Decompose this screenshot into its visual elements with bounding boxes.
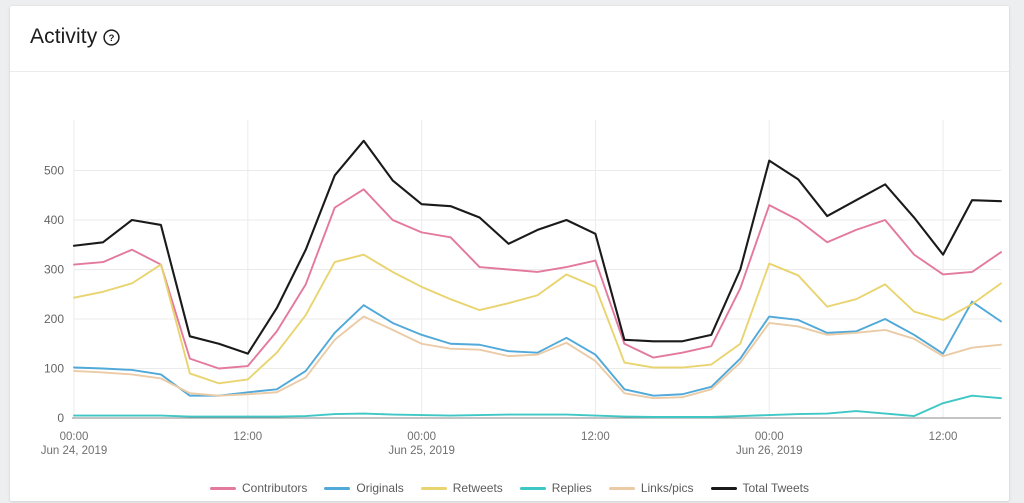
x-axis-date-label: Jun 24, 2019 (41, 445, 108, 457)
legend-item-originals[interactable]: Originals (324, 481, 404, 495)
x-axis-time-label: 00:00 (407, 431, 436, 443)
series-line-total-tweets (72, 139, 1003, 355)
chart-legend: Contributors Originals Retweets Replies Link… (10, 481, 1009, 495)
page-root: Activity ? 0 100 200 300 400 500 00:00 Jun 24, … (0, 0, 1024, 503)
legend-swatch-icon (519, 486, 546, 490)
y-axis-tick-label: 500 (44, 164, 64, 178)
legend-item-replies[interactable]: Replies (519, 481, 592, 495)
legend-label: Retweets (452, 481, 503, 495)
y-axis-tick-label: 400 (44, 213, 64, 227)
legend-label: Originals (356, 481, 404, 495)
x-axis-time-label: 00:00 (755, 431, 784, 443)
x-axis-date-label: Jun 26, 2019 (736, 445, 803, 457)
legend-label: Contributors (242, 481, 308, 495)
legend-swatch-icon (324, 486, 351, 490)
card-title-wrap: Activity ? (30, 26, 120, 47)
legend-item-total-tweets[interactable]: Total Tweets (710, 481, 809, 495)
x-axis-time-label: 12:00 (233, 431, 262, 443)
card-header: Activity ? (10, 6, 1009, 72)
activity-card: Activity ? 0 100 200 300 400 500 00:00 Jun 24, … (10, 6, 1009, 501)
legend-item-retweets[interactable]: Retweets (420, 481, 503, 495)
legend-label: Total Tweets (742, 481, 809, 495)
legend-item-contributors[interactable]: Contributors (210, 481, 307, 495)
activity-chart[interactable]: 0 100 200 300 400 500 00:00 Jun 24, 2019 12:00 00… (10, 72, 1009, 500)
x-axis-date-label: Jun 25, 2019 (388, 445, 455, 457)
page-title: Activity (30, 25, 98, 48)
y-axis-tick-label: 200 (44, 312, 64, 326)
legend-swatch-icon (420, 486, 447, 490)
x-axis-time-label: 12:00 (581, 431, 610, 443)
legend-swatch-icon (710, 486, 737, 490)
question-mark-circle-icon[interactable]: ? (103, 29, 120, 46)
series-line-replies (73, 394, 1002, 418)
x-axis-time-label: 12:00 (929, 431, 958, 443)
line-chart-svg: 0 100 200 300 400 500 00:00 Jun 24, 2019 12:00 00… (41, 120, 1003, 457)
y-axis-tick-label: 300 (44, 263, 64, 277)
legend-item-links-pics[interactable]: Links/pics (608, 481, 694, 495)
legend-label: Replies (551, 481, 592, 495)
y-axis-tick-label: 0 (57, 411, 64, 425)
legend-swatch-icon (210, 486, 237, 490)
legend-label: Links/pics (640, 481, 694, 495)
x-axis-time-label: 00:00 (60, 431, 89, 443)
svg-text:?: ? (109, 33, 115, 44)
y-axis-tick-label: 100 (44, 362, 64, 376)
legend-swatch-icon (608, 486, 635, 490)
